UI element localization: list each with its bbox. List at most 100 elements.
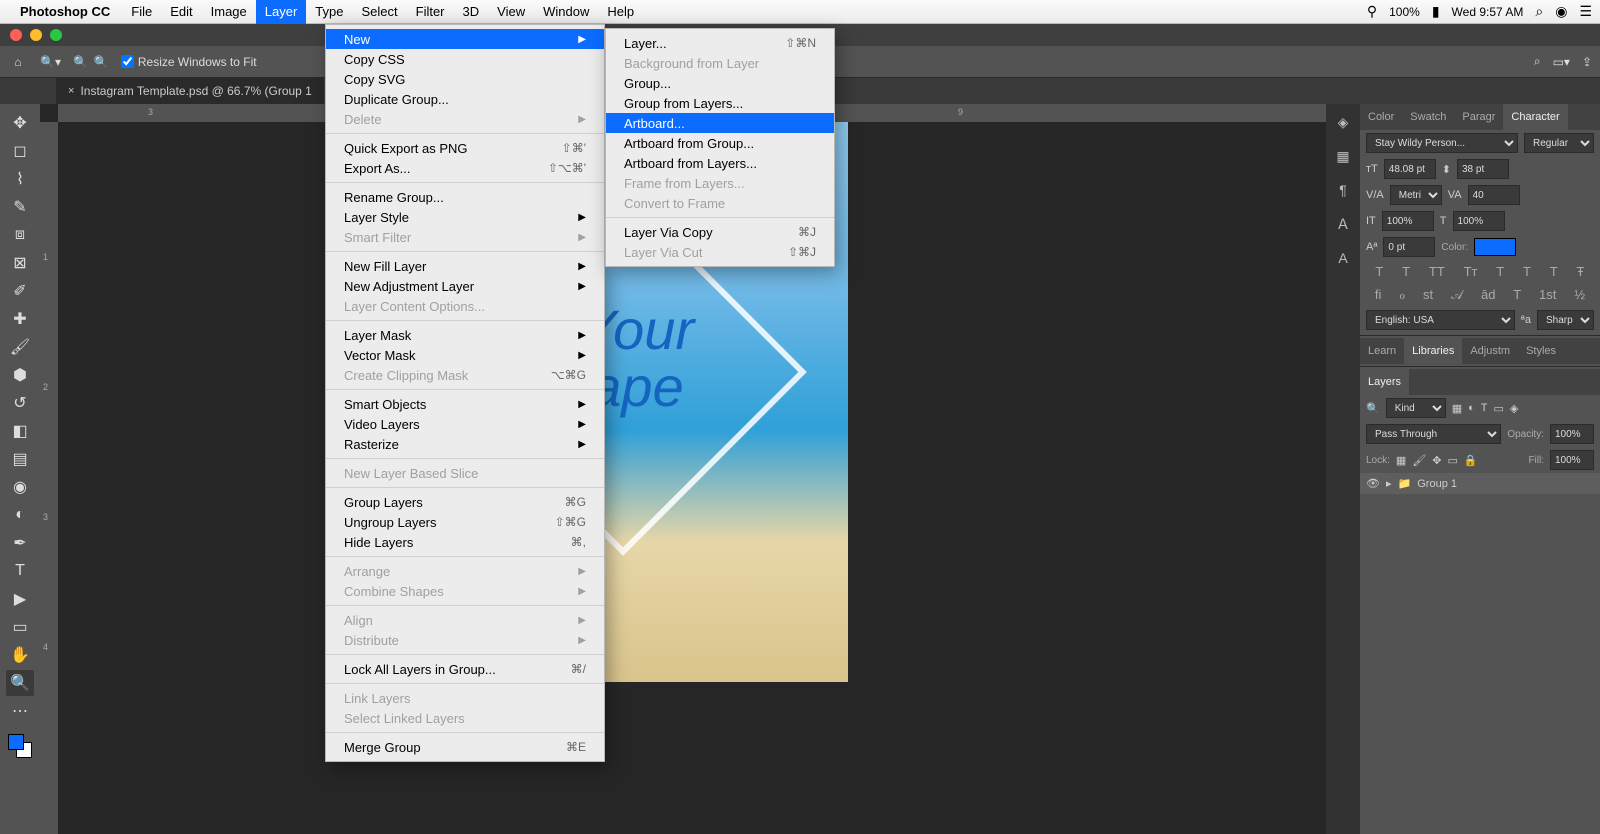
- zoom-tool-icon[interactable]: 🔍▾: [40, 55, 61, 69]
- fill-input[interactable]: [1550, 450, 1594, 470]
- layer-filter-select[interactable]: Kind: [1386, 398, 1446, 418]
- layer-item[interactable]: 👁 ▸ 📁 Group 1: [1360, 473, 1600, 494]
- filter-type-icon[interactable]: T: [1481, 402, 1488, 414]
- menu-window[interactable]: Window: [534, 0, 598, 24]
- menu-item[interactable]: Group...: [606, 73, 834, 93]
- vscale-input[interactable]: [1382, 211, 1434, 231]
- share-icon[interactable]: ⇪: [1582, 55, 1592, 69]
- subscript-icon[interactable]: T: [1523, 264, 1531, 279]
- menu-item[interactable]: Video Layers▶: [326, 414, 604, 434]
- eyedropper-tool[interactable]: ✐: [6, 278, 34, 304]
- caps-icon[interactable]: TT: [1429, 264, 1445, 279]
- shape-tool[interactable]: ▭: [6, 614, 34, 640]
- superscript-icon[interactable]: T: [1496, 264, 1504, 279]
- tab-swatches[interactable]: Swatch: [1402, 104, 1454, 130]
- move-tool[interactable]: ✥: [6, 110, 34, 136]
- filter-adj-icon[interactable]: ◐: [1468, 402, 1475, 414]
- lock-nest-icon[interactable]: ▭: [1448, 454, 1458, 467]
- gradient-tool[interactable]: ▤: [6, 446, 34, 472]
- character-panel-icon[interactable]: A: [1333, 248, 1353, 268]
- color-swatches[interactable]: [8, 734, 32, 758]
- menu-item[interactable]: Hide Layers⌘,: [326, 532, 604, 552]
- visibility-icon[interactable]: 👁: [1366, 477, 1380, 490]
- paragraph-panel-icon[interactable]: ¶: [1333, 180, 1353, 200]
- lock-pixel-icon[interactable]: 🖌: [1412, 454, 1426, 467]
- lock-pos-icon[interactable]: ✥: [1432, 454, 1441, 467]
- menu-item[interactable]: Smart Objects▶: [326, 394, 604, 414]
- menu-item[interactable]: Copy SVG: [326, 69, 604, 89]
- blend-mode-select[interactable]: Pass Through: [1366, 424, 1501, 444]
- tab-adjustments[interactable]: Adjustm: [1462, 338, 1518, 364]
- menu-item[interactable]: Duplicate Group...: [326, 89, 604, 109]
- history-brush-tool[interactable]: ↺: [6, 390, 34, 416]
- minimize-window[interactable]: [30, 29, 42, 41]
- brush-tool[interactable]: 🖌: [6, 334, 34, 360]
- layout-icon[interactable]: ▭▾: [1553, 55, 1570, 69]
- tab-learn[interactable]: Learn: [1360, 338, 1404, 364]
- quick-select-tool[interactable]: ✎: [6, 194, 34, 220]
- menu-edit[interactable]: Edit: [161, 0, 201, 24]
- resize-windows-check[interactable]: [121, 55, 134, 68]
- opacity-input[interactable]: [1550, 424, 1594, 444]
- menu-item[interactable]: Copy CSS: [326, 49, 604, 69]
- lock-trans-icon[interactable]: ▦: [1396, 454, 1406, 467]
- menu-image[interactable]: Image: [202, 0, 256, 24]
- lasso-tool[interactable]: ⌇: [6, 166, 34, 192]
- properties-panel-icon[interactable]: ▦: [1333, 146, 1353, 166]
- tab-color[interactable]: Color: [1360, 104, 1402, 130]
- tracking-input[interactable]: [1468, 185, 1520, 205]
- text-color-chip[interactable]: [1474, 238, 1516, 256]
- lock-all-icon[interactable]: 🔒: [1464, 454, 1478, 467]
- leading-input[interactable]: [1457, 159, 1509, 179]
- resize-windows-checkbox[interactable]: Resize Windows to Fit: [121, 55, 257, 69]
- zoom-window[interactable]: [50, 29, 62, 41]
- font-family-select[interactable]: Stay Wildy Person...: [1366, 133, 1518, 153]
- menu-type[interactable]: Type: [306, 0, 352, 24]
- eraser-tool[interactable]: ◧: [6, 418, 34, 444]
- menu-item[interactable]: Export As...⇧⌥⌘': [326, 158, 604, 178]
- app-name[interactable]: Photoshop CC: [20, 4, 110, 19]
- menu-item[interactable]: Artboard from Group...: [606, 133, 834, 153]
- filter-smart-icon[interactable]: ◈: [1510, 402, 1518, 415]
- zoom-tool[interactable]: 🔍: [6, 670, 34, 696]
- menu-item[interactable]: Rename Group...: [326, 187, 604, 207]
- zoom-out-icon[interactable]: 🔍: [94, 55, 109, 69]
- filter-shape-icon[interactable]: ▭: [1494, 402, 1504, 415]
- blur-tool[interactable]: ◉: [6, 474, 34, 500]
- menu-filter[interactable]: Filter: [407, 0, 454, 24]
- type-tool[interactable]: T: [6, 558, 34, 584]
- filter-image-icon[interactable]: ▦: [1452, 402, 1462, 415]
- marquee-tool[interactable]: ◻: [6, 138, 34, 164]
- zoom-in-icon[interactable]: 🔍: [73, 55, 88, 69]
- menu-item[interactable]: Layer Style▶: [326, 207, 604, 227]
- crop-tool[interactable]: ⧈: [6, 222, 34, 248]
- menu-3d[interactable]: 3D: [454, 0, 489, 24]
- siri-icon[interactable]: ◉: [1555, 3, 1567, 20]
- frame-tool[interactable]: ⊠: [6, 250, 34, 276]
- menu-item[interactable]: Artboard...: [606, 113, 834, 133]
- menu-item[interactable]: Group from Layers...: [606, 93, 834, 113]
- stamp-tool[interactable]: ⬢: [6, 362, 34, 388]
- menu-item[interactable]: Vector Mask▶: [326, 345, 604, 365]
- pen-tool[interactable]: ✒: [6, 530, 34, 556]
- glyphs-panel-icon[interactable]: Ａ: [1333, 214, 1353, 234]
- menu-file[interactable]: File: [122, 0, 161, 24]
- menu-item[interactable]: New Adjustment Layer▶: [326, 276, 604, 296]
- menu-item[interactable]: New Fill Layer▶: [326, 256, 604, 276]
- menu-item[interactable]: Layer Mask▶: [326, 325, 604, 345]
- dodge-tool[interactable]: ◐: [6, 502, 34, 528]
- underline-icon[interactable]: T: [1550, 264, 1558, 279]
- home-icon[interactable]: ⌂: [8, 52, 28, 72]
- menu-item[interactable]: Rasterize▶: [326, 434, 604, 454]
- history-panel-icon[interactable]: ◈: [1333, 112, 1353, 132]
- expand-icon[interactable]: ▸: [1386, 477, 1392, 490]
- hand-tool[interactable]: ✋: [6, 642, 34, 668]
- edit-toolbar[interactable]: ⋯: [6, 698, 34, 724]
- path-select-tool[interactable]: ▶: [6, 586, 34, 612]
- italic-icon[interactable]: T: [1402, 264, 1410, 279]
- menu-item[interactable]: Layer Via Copy⌘J: [606, 222, 834, 242]
- close-tab-icon[interactable]: ×: [68, 85, 74, 97]
- font-size-input[interactable]: [1384, 159, 1436, 179]
- font-style-select[interactable]: Regular: [1524, 133, 1594, 153]
- language-select[interactable]: English: USA: [1366, 310, 1515, 330]
